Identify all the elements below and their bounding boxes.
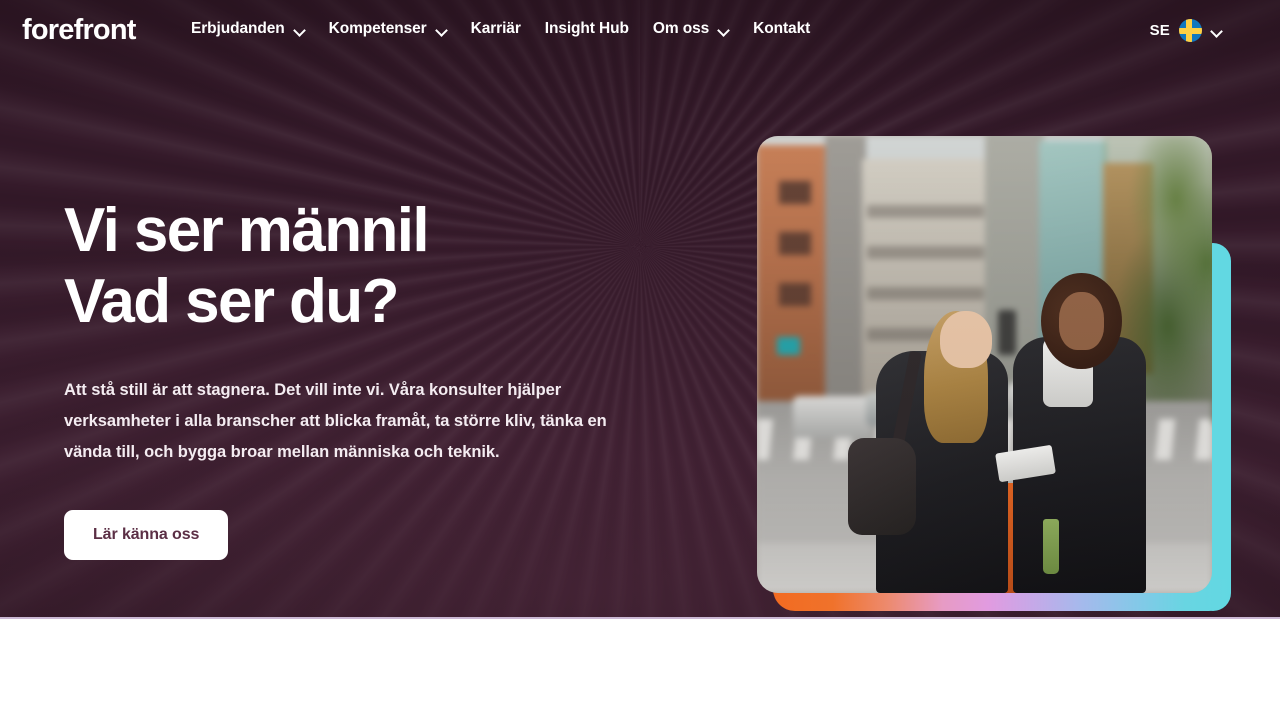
person-walking-right — [994, 273, 1185, 593]
language-selector[interactable]: SE — [1150, 19, 1222, 42]
nav-item-label: Erbjudanden — [191, 20, 285, 37]
site-logo[interactable]: forefront — [22, 16, 136, 45]
nav-item-label: Insight Hub — [544, 20, 629, 37]
hero-section: forefront Erbjudanden Kompetenser Karriä… — [0, 0, 1280, 619]
bottle — [1043, 519, 1059, 574]
chevron-down-icon — [1211, 27, 1222, 34]
nav-item-label: Om oss — [652, 20, 710, 37]
hero-headline-line-1: Vi ser männil — [64, 196, 430, 265]
nav-item-label: Kontakt — [753, 20, 811, 37]
hero-photo-scene — [757, 136, 1212, 593]
street-sign — [777, 337, 801, 356]
hero-body-text: Att stå still är att stagnera. Det vill … — [64, 381, 607, 461]
nav-item-erbjudanden[interactable]: Erbjudanden — [191, 20, 305, 38]
main-navigation: Erbjudanden Kompetenser Karriär Insight … — [191, 20, 810, 38]
hero-headline: Vi ser männil Vad ser du? — [64, 196, 684, 337]
hero-image — [757, 136, 1212, 593]
chevron-down-icon — [294, 26, 305, 33]
hero-headline-line-2: Vad ser du? — [64, 266, 399, 336]
nav-item-label: Karriär — [470, 20, 521, 37]
nav-item-kontakt[interactable]: Kontakt — [753, 20, 810, 38]
nav-item-kompetenser[interactable]: Kompetenser — [329, 20, 447, 38]
nav-item-om-oss[interactable]: Om oss — [653, 20, 729, 38]
page-root: forefront Erbjudanden Kompetenser Karriä… — [0, 0, 1280, 720]
building — [757, 145, 835, 402]
nav-item-karriar[interactable]: Karriär — [471, 20, 521, 38]
cookie-consent-banner: Vi vill göra användarupplevelsen så bra … — [0, 621, 1280, 720]
hero-copy: Vi ser männil Vad ser du? Att stå still … — [64, 196, 684, 561]
language-code: SE — [1149, 22, 1170, 39]
hero-media — [757, 136, 1231, 611]
nav-item-insight-hub[interactable]: Insight Hub — [545, 20, 629, 38]
site-header: forefront Erbjudanden Kompetenser Karriä… — [0, 0, 1280, 62]
chevron-down-icon — [718, 26, 729, 33]
nav-item-label: Kompetenser — [328, 20, 427, 37]
backpack — [848, 437, 917, 536]
chevron-down-icon — [436, 26, 447, 33]
hero-cta-button[interactable]: Lär känna oss — [64, 510, 229, 561]
swedish-flag-icon — [1179, 19, 1202, 42]
